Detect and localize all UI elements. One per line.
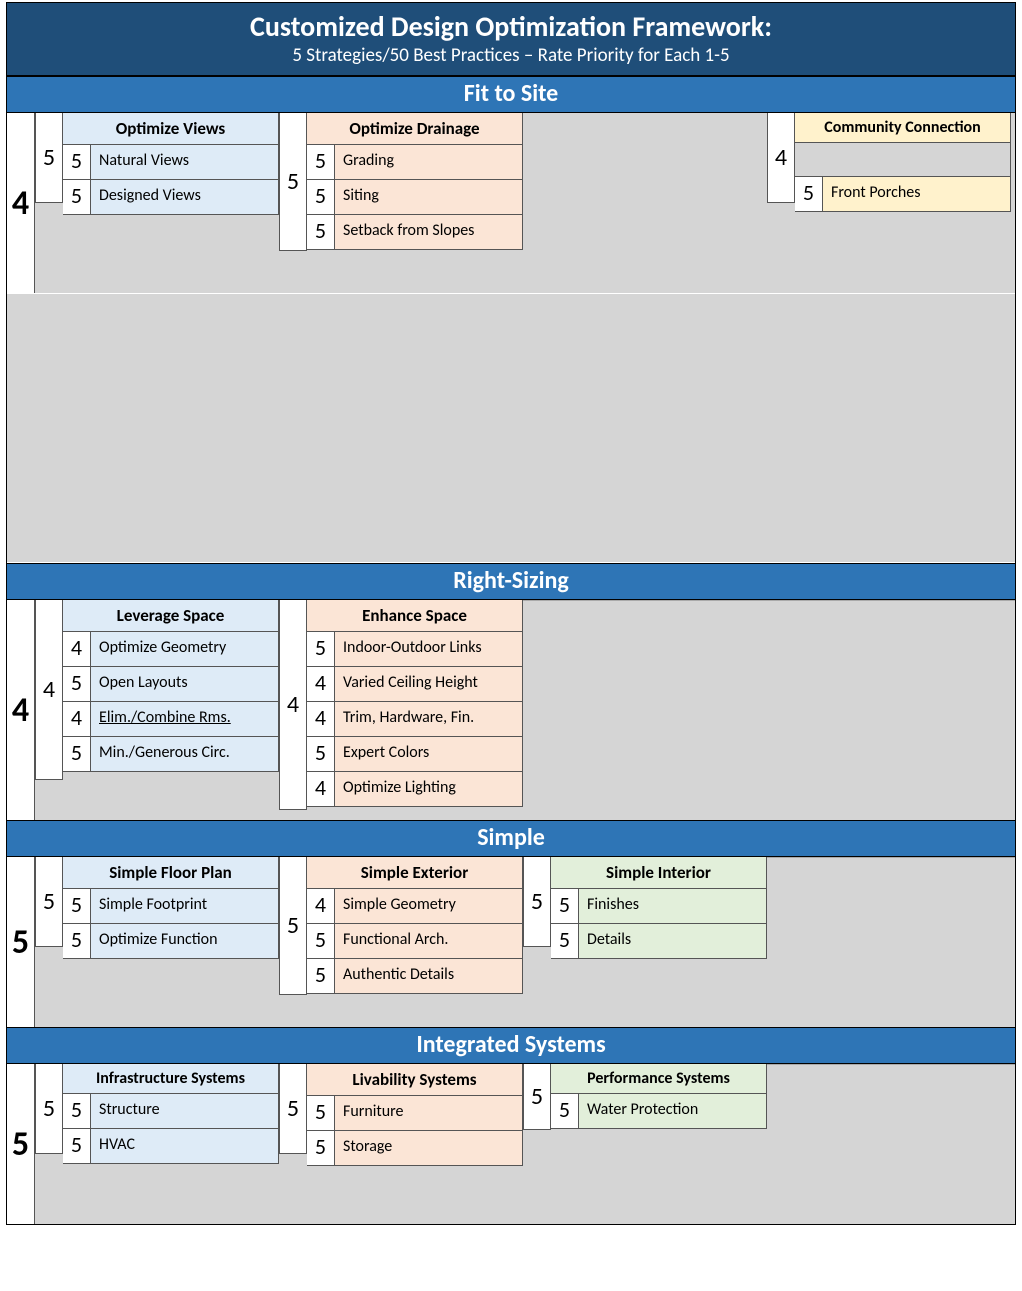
item-score: 5 xyxy=(63,737,91,771)
item-score: 5 xyxy=(63,889,91,923)
framework-table: Customized Design Optimization Framework… xyxy=(6,2,1016,1225)
item-score: 5 xyxy=(307,180,335,214)
item-score: 5 xyxy=(63,924,91,958)
group-score: 5 xyxy=(523,1064,551,1130)
strategy-header: Integrated Systems xyxy=(7,1027,1015,1064)
item-label: Storage xyxy=(335,1131,522,1165)
item-label: Natural Views xyxy=(91,145,278,179)
item-score: 5 xyxy=(63,180,91,214)
item-score: 5 xyxy=(307,1131,335,1165)
group-title: Enhance Space xyxy=(307,600,523,632)
strategy-header: Simple xyxy=(7,820,1015,857)
item-score: 5 xyxy=(307,924,335,958)
group-score: 5 xyxy=(279,113,307,251)
item-label: Front Porches xyxy=(823,177,1010,211)
item-score: 5 xyxy=(307,215,335,249)
item-score: 5 xyxy=(551,924,579,958)
item-label: Finishes xyxy=(579,889,766,923)
item-label: Setback from Slopes xyxy=(335,215,522,249)
group-score: 4 xyxy=(279,600,307,810)
item-label: Simple Geometry xyxy=(335,889,522,923)
blank-region xyxy=(7,293,1015,563)
group-title: Simple Floor Plan xyxy=(63,857,279,889)
item-label: Siting xyxy=(335,180,522,214)
item-label: Optimize Lighting xyxy=(335,772,522,806)
strategy-overall-score: 4 xyxy=(7,600,35,820)
item-label: Trim, Hardware, Fin. xyxy=(335,702,522,736)
group-title: Community Connection xyxy=(795,113,1011,143)
strategy-overall-score: 4 xyxy=(7,113,35,293)
group-score: 5 xyxy=(35,857,63,947)
group-title: Simple Exterior xyxy=(307,857,523,889)
group-score: 5 xyxy=(279,1064,307,1154)
strategy-header: Fit to Site xyxy=(7,76,1015,113)
strategy-header: Right-Sizing xyxy=(7,563,1015,600)
group-title: Leverage Space xyxy=(63,600,279,632)
group-title: Optimize Views xyxy=(63,113,279,145)
item-score: 5 xyxy=(63,667,91,701)
item-score: 5 xyxy=(63,145,91,179)
item-score: 5 xyxy=(307,959,335,993)
item-label: Elim./Combine Rms. xyxy=(91,702,278,736)
item-label: Min./Generous Circ. xyxy=(91,737,278,771)
group-score: 5 xyxy=(35,113,63,203)
group-title: Optimize Drainage xyxy=(307,113,523,145)
item-score: 4 xyxy=(307,772,335,806)
item-score: 5 xyxy=(307,145,335,179)
item-score: 4 xyxy=(63,702,91,736)
group-score: 5 xyxy=(523,857,551,947)
item-score: 5 xyxy=(551,1094,579,1128)
item-label: Designed Views xyxy=(91,180,278,214)
group-title: Infrastructure Systems xyxy=(63,1064,279,1094)
item-label: Functional Arch. xyxy=(335,924,522,958)
item-label: Varied Ceiling Height xyxy=(335,667,522,701)
item-label: Grading xyxy=(335,145,522,179)
item-label: HVAC xyxy=(91,1129,278,1163)
item-label: Simple Footprint xyxy=(91,889,278,923)
group-score: 5 xyxy=(35,1064,63,1154)
item-label: Indoor-Outdoor Links xyxy=(335,632,522,666)
strategy-overall-score: 5 xyxy=(7,857,35,1027)
strategy-row: 5 5 Simple Floor Plan 5Simple Footprint … xyxy=(7,857,1015,1027)
group-score: 4 xyxy=(767,113,795,203)
item-score: 4 xyxy=(307,667,335,701)
subtitle: 5 Strategies/50 Best Practices – Rate Pr… xyxy=(7,44,1015,67)
item-label: Water Protection xyxy=(579,1094,766,1128)
item-label: Furniture xyxy=(335,1096,522,1130)
item-label: Optimize Function xyxy=(91,924,278,958)
item-label: Optimize Geometry xyxy=(91,632,278,666)
group-score: 5 xyxy=(279,857,307,995)
item-score: 4 xyxy=(307,889,335,923)
item-score: 5 xyxy=(63,1129,91,1163)
group-title: Simple Interior xyxy=(551,857,767,889)
strategy-row: 4 4 Leverage Space 4Optimize Geometry 5O… xyxy=(7,600,1015,820)
title: Customized Design Optimization Framework… xyxy=(7,9,1015,44)
item-label: Expert Colors xyxy=(335,737,522,771)
item-score: 5 xyxy=(63,1094,91,1128)
item-label: Structure xyxy=(91,1094,278,1128)
strategy-row: 4 5 Optimize Views 5Natural Views 5Desig… xyxy=(7,113,1015,293)
group-title: Livability Systems xyxy=(307,1064,523,1096)
item-label: Details xyxy=(579,924,766,958)
strategy-row: 5 5 Infrastructure Systems 5Structure 5H… xyxy=(7,1064,1015,1224)
item-score: 5 xyxy=(551,889,579,923)
item-label: Authentic Details xyxy=(335,959,522,993)
item-score: 5 xyxy=(307,632,335,666)
group-score: 4 xyxy=(35,600,63,780)
item-score: 5 xyxy=(795,177,823,211)
item-score: 5 xyxy=(307,737,335,771)
item-score: 4 xyxy=(63,632,91,666)
item-score: 5 xyxy=(307,1096,335,1130)
item-label: Open Layouts xyxy=(91,667,278,701)
strategy-overall-score: 5 xyxy=(7,1064,35,1224)
title-bar: Customized Design Optimization Framework… xyxy=(7,3,1015,76)
item-score: 4 xyxy=(307,702,335,736)
group-title: Performance Systems xyxy=(551,1064,767,1094)
